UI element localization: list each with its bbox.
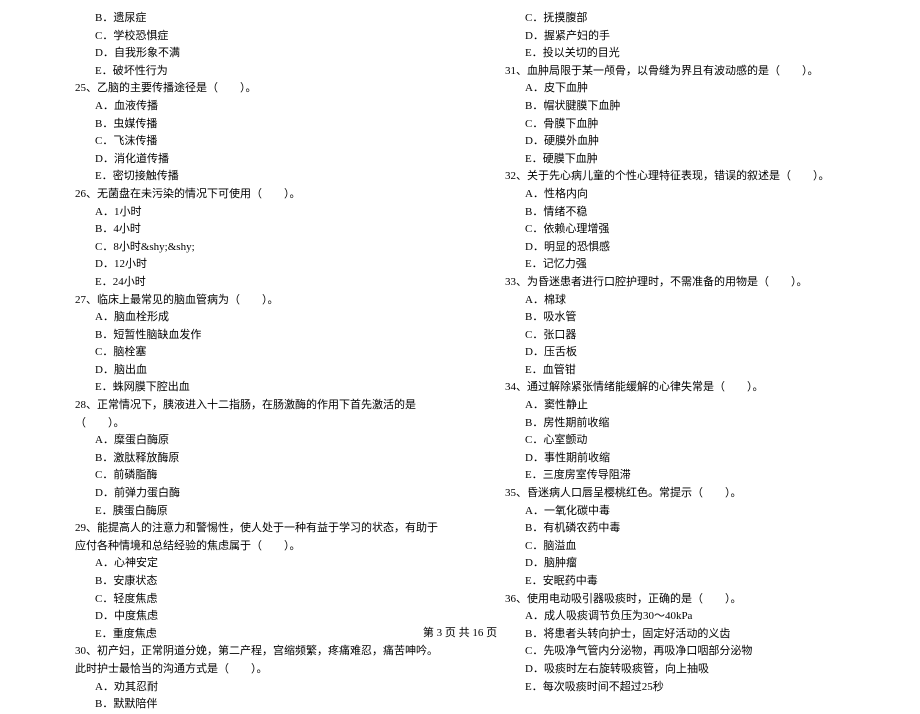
option-item: C．骨膜下血肿 [475,116,875,134]
question-33: 33、为昏迷患者进行口腔护理时，不需准备的用物是（ ）。 [475,274,875,292]
question-32: 32、关于先心病儿童的个性心理特征表现，错误的叙述是（ ）。 [475,168,875,186]
option-item: E．重度焦虑 [45,626,445,644]
option-item: D．握紧产妇的手 [475,28,875,46]
option-item: A．血液传播 [45,98,445,116]
option-item: B．情绪不稳 [475,204,875,222]
option-item: C．脑栓塞 [45,344,445,362]
question-28: 28、正常情况下，胰液进入十二指肠，在肠激酶的作用下首先激活的是（ ）。 [45,397,445,432]
option-item: B．安康状态 [45,573,445,591]
option-item: D．12小时 [45,256,445,274]
option-item: A．成人吸痰调节负压为30～40kPa [475,608,875,626]
option-item: E．胰蛋白酶原 [45,503,445,521]
option-item: C．依赖心理增强 [475,221,875,239]
option-item: A．皮下血肿 [475,80,875,98]
option-item: B．房性期前收缩 [475,415,875,433]
option-item: D．脑出血 [45,362,445,380]
option-item: D．消化道传播 [45,151,445,169]
option-item: E．三度房室传导阻滞 [475,467,875,485]
question-29: 29、能提高人的注意力和警惕性，使人处于一种有益于学习的状态，有助于应付各种情境… [45,520,445,555]
option-item: D．中度焦虑 [45,608,445,626]
question-36: 36、使用电动吸引器吸痰时，正确的是（ ）。 [475,591,875,609]
option-item: A．劝其忍耐 [45,679,445,697]
option-item: B．有机磷农药中毒 [475,520,875,538]
option-item: D．硬膜外血肿 [475,133,875,151]
option-item: B．短暂性脑缺血发作 [45,327,445,345]
option-item: C．前磷脂酶 [45,467,445,485]
option-item: B．帽状腱膜下血肿 [475,98,875,116]
option-item: E．记忆力强 [475,256,875,274]
option-item: C．心室颤动 [475,432,875,450]
option-item: D．吸痰时左右旋转吸痰管，向上抽吸 [475,661,875,679]
option-item: E．密切接触传播 [45,168,445,186]
question-27: 27、临床上最常见的脑血管病为（ ）。 [45,292,445,310]
option-item: C．抚摸腹部 [475,10,875,28]
option-item: C．张口器 [475,327,875,345]
option-item: A．性格内向 [475,186,875,204]
option-item: D．自我形象不满 [45,45,445,63]
option-item: A．糜蛋白酶原 [45,432,445,450]
option-item: D．前弹力蛋白酶 [45,485,445,503]
option-item: C．脑溢血 [475,538,875,556]
option-item: C．8小时&shy;&shy; [45,239,445,257]
option-item: C．先吸净气管内分泌物，再吸净口咽部分泌物 [475,643,875,661]
option-item: A．棉球 [475,292,875,310]
option-item: B．虫媒传播 [45,116,445,134]
option-item: B．激肽释放酶原 [45,450,445,468]
option-item: A．脑血栓形成 [45,309,445,327]
question-35: 35、昏迷病人口唇呈樱桃红色。常提示（ ）。 [475,485,875,503]
option-item: B．遗尿症 [45,10,445,28]
question-34: 34、通过解除紧张情绪能缓解的心律失常是（ ）。 [475,379,875,397]
option-item: B．吸水管 [475,309,875,327]
question-25: 25、乙脑的主要传播途径是（ ）。 [45,80,445,98]
option-item: A．心神安定 [45,555,445,573]
option-item: E．投以关切的目光 [475,45,875,63]
option-item: D．脑肿瘤 [475,555,875,573]
option-item: D．压舌板 [475,344,875,362]
option-item: E．破坏性行为 [45,63,445,81]
option-item: B．将患者头转向护士，固定好活动的义齿 [475,626,875,644]
option-item: C．轻度焦虑 [45,591,445,609]
option-item: A．窦性静止 [475,397,875,415]
question-31: 31、血肿局限于某一颅骨，以骨缝为界且有波动感的是（ ）。 [475,63,875,81]
option-item: E．血管钳 [475,362,875,380]
option-item: D．事性期前收缩 [475,450,875,468]
right-column: C．抚摸腹部 D．握紧产妇的手 E．投以关切的目光 31、血肿局限于某一颅骨，以… [460,10,890,590]
option-item: E．24小时 [45,274,445,292]
option-item: D．明显的恐惧感 [475,239,875,257]
option-item: E．安眠药中毒 [475,573,875,591]
option-item: E．每次吸痰时间不超过25秒 [475,679,875,697]
option-item: C．飞沫传播 [45,133,445,151]
option-item: E．硬膜下血肿 [475,151,875,169]
option-item: E．蛛网膜下腔出血 [45,379,445,397]
left-column: B．遗尿症 C．学校恐惧症 D．自我形象不满 E．破坏性行为 25、乙脑的主要传… [30,10,460,590]
question-30: 30、初产妇，正常阴道分娩，第二产程，宫缩频繁，疼痛难忍，痛苦呻吟。此时护士最恰… [45,643,445,678]
option-item: A．1小时 [45,204,445,222]
option-item: B．4小时 [45,221,445,239]
option-item: B．默默陪伴 [45,696,445,714]
option-item: A．一氧化碳中毒 [475,503,875,521]
option-item: C．学校恐惧症 [45,28,445,46]
question-26: 26、无菌盘在未污染的情况下可使用（ ）。 [45,186,445,204]
